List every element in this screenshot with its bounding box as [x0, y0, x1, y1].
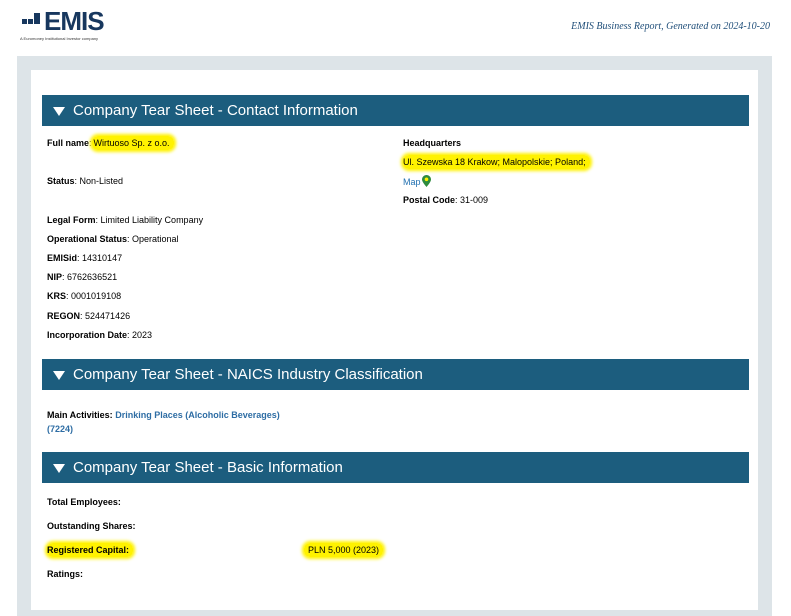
main-activities-code-link[interactable]: (7224) — [47, 424, 73, 434]
section-title: Company Tear Sheet - Basic Information — [73, 459, 343, 476]
ratings-label: Ratings: — [47, 569, 83, 579]
headquarters-address-field: Ul. Szewska 18 Krakow; Malopolskie; Pola… — [403, 155, 590, 169]
nip-field: NIP: 6762636521 — [47, 272, 118, 282]
full-name-label: Full name — [47, 138, 90, 148]
main-activities-link[interactable]: Drinking Places (Alcoholic Beverages) — [115, 410, 280, 420]
headquarters-address: Ul. Szewska 18 Krakow; Malopolskie; Pola… — [403, 155, 590, 169]
headquarters-label-text: Headquarters — [403, 138, 462, 148]
krs-label: KRS — [47, 291, 67, 301]
regon-value: 524471426 — [85, 311, 131, 321]
collapse-triangle-icon[interactable] — [53, 464, 65, 473]
section-contact-header[interactable]: Company Tear Sheet - Contact Information — [42, 95, 749, 126]
map-pin-icon[interactable] — [421, 175, 431, 190]
map-link-field[interactable]: Map — [403, 175, 431, 190]
outstanding-shares-label: Outstanding Shares: — [47, 521, 136, 531]
legal-form-value: Limited Liability Company — [100, 215, 204, 225]
registered-capital-label: Registered Capital: — [47, 543, 134, 557]
incorporation-date-value: 2023 — [132, 330, 153, 340]
section-title: Company Tear Sheet - Contact Information — [73, 102, 358, 119]
legal-form-field: Legal Form: Limited Liability Company — [47, 215, 204, 225]
collapse-triangle-icon[interactable] — [53, 371, 65, 380]
main-activities-label: Main Activities: — [47, 410, 113, 420]
nip-label: NIP — [47, 272, 63, 282]
full-name-value: Wirtuoso Sp. z o.o. — [91, 136, 174, 150]
main-activities-field: Main Activities: Drinking Places (Alcoho… — [47, 409, 280, 421]
section-basic-header[interactable]: Company Tear Sheet - Basic Information — [42, 452, 749, 483]
emisid-label: EMISid — [47, 253, 78, 263]
total-employees-label: Total Employees: — [47, 497, 121, 507]
registered-capital-value: PLN 5,000 (2023) — [304, 543, 384, 557]
outstanding-shares-field: Outstanding Shares: — [47, 520, 136, 532]
map-link[interactable]: Map — [403, 177, 421, 187]
report-header: EMIS A Euromoney Institutional Investor … — [0, 0, 791, 56]
ratings-field: Ratings: — [47, 568, 83, 580]
postal-code-value: 31-009 — [460, 195, 489, 205]
full-name-field: Full name: Wirtuoso Sp. z o.o. — [47, 136, 174, 150]
collapse-triangle-icon[interactable] — [53, 107, 65, 116]
krs-value: 0001019108 — [71, 291, 122, 301]
emisid-field: EMISid: 14310147 — [47, 253, 123, 263]
section-title: Company Tear Sheet - NAICS Industry Clas… — [73, 366, 423, 383]
section-naics-header[interactable]: Company Tear Sheet - NAICS Industry Clas… — [42, 359, 749, 390]
logo-text: EMIS — [44, 6, 105, 36]
registered-capital-field: Registered Capital: — [47, 543, 134, 557]
regon-label: REGON — [47, 311, 81, 321]
status-label: Status — [47, 176, 75, 186]
logo-squares-icon — [22, 11, 42, 29]
emisid-value: 14310147 — [82, 253, 123, 263]
status-value: Non-Listed — [79, 176, 124, 186]
postal-code-label: Postal Code — [403, 195, 456, 205]
regon-field: REGON: 524471426 — [47, 311, 131, 321]
total-employees-field: Total Employees: — [47, 496, 121, 508]
incorporation-date-label: Incorporation Date — [47, 330, 128, 340]
operational-status-value: Operational — [132, 234, 179, 244]
status-field: Status: Non-Listed — [47, 176, 124, 186]
krs-field: KRS: 0001019108 — [47, 291, 122, 301]
report-title: EMIS Business Report, Generated on 2024-… — [571, 21, 770, 32]
registered-capital-value-field: PLN 5,000 (2023) — [304, 543, 384, 557]
headquarters-label: Headquarters — [403, 137, 461, 149]
operational-status-field: Operational Status: Operational — [47, 234, 179, 244]
main-activities-code-field: (7224) — [47, 423, 73, 435]
incorporation-date-field: Incorporation Date: 2023 — [47, 330, 153, 340]
operational-status-label: Operational Status — [47, 234, 128, 244]
nip-value: 6762636521 — [67, 272, 118, 282]
legal-form-label: Legal Form — [47, 215, 96, 225]
logo-tagline: A Euromoney Institutional Investor compa… — [20, 36, 99, 41]
postal-code-field: Postal Code: 31-009 — [403, 195, 489, 205]
